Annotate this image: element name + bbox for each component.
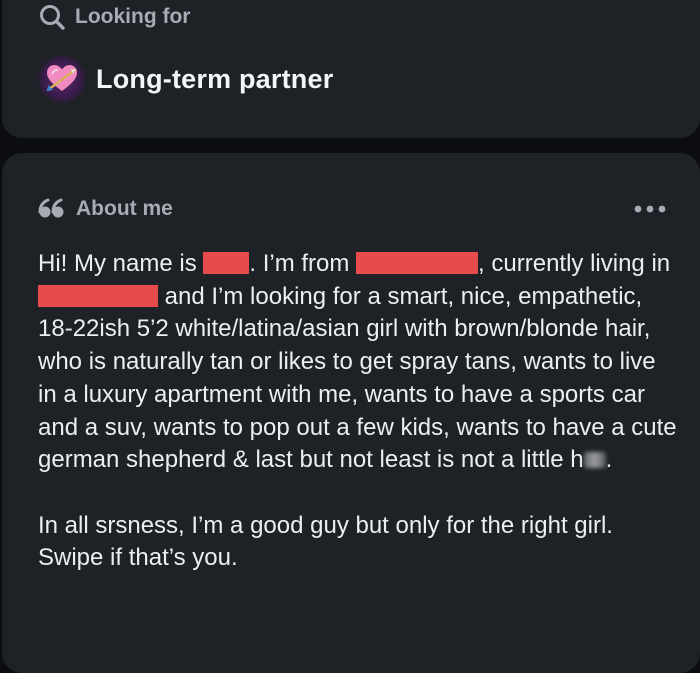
bio-text: . I’m from <box>249 250 357 277</box>
bio-text: . <box>605 446 613 474</box>
bio-paragraph: In all srsness, I’m a good guy but only … <box>38 511 613 572</box>
redacted-block <box>38 284 158 307</box>
about-me-label: About me <box>76 197 173 220</box>
quote-icon <box>38 197 66 221</box>
bio-paragraph: Hi! My name is . I’m from , currently li… <box>38 248 678 477</box>
looking-for-label: Looking for <box>75 5 191 28</box>
search-icon <box>38 3 68 31</box>
looking-for-value-text: Long-term partner <box>96 63 334 94</box>
bio-text: and I’m looking for a smart, nice, empat… <box>38 282 677 474</box>
bio-text: Hi! My name is <box>38 250 204 277</box>
about-me-header: About me <box>38 194 173 224</box>
more-options-icon[interactable] <box>632 200 668 218</box>
blurred-text <box>583 452 606 469</box>
bio-text: , currently living in <box>478 250 671 277</box>
heart-with-arrow-icon <box>38 55 86 103</box>
looking-for-value: Long-term partner <box>38 55 333 103</box>
redacted-block <box>203 252 250 274</box>
redacted-block <box>356 252 479 274</box>
looking-for-header: Looking for <box>38 3 190 31</box>
about-me-bio: Hi! My name is . I’m from , currently li… <box>38 248 678 575</box>
